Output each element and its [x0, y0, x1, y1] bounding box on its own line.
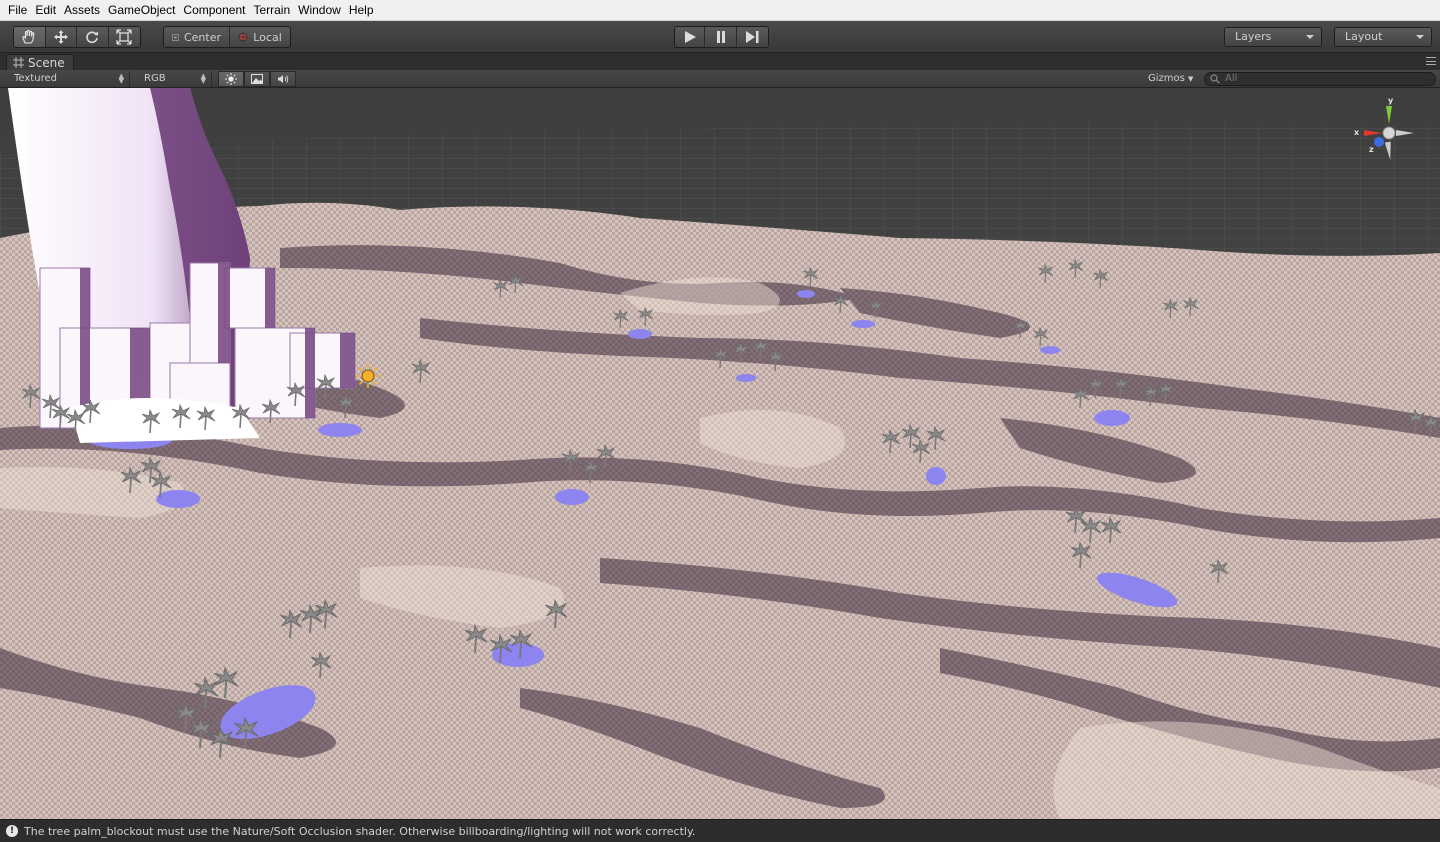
tab-bar: Scene: [0, 53, 1440, 70]
pivot-toggles: Center Local: [163, 26, 291, 48]
scale-tool-button[interactable]: [109, 27, 140, 47]
move-icon: [53, 30, 68, 44]
color-mode-dropdown[interactable]: RGB ▲ ▼: [138, 71, 212, 87]
warning-icon: !: [6, 825, 18, 837]
lighting-icon: [225, 73, 237, 85]
axis-y-label: y: [1388, 96, 1394, 105]
image-effects-icon: [251, 74, 263, 84]
scene-grid-icon: [13, 57, 24, 68]
menu-edit[interactable]: Edit: [31, 0, 60, 21]
axis-z-label: z: [1369, 145, 1374, 154]
gizmos-dropdown[interactable]: Gizmos ▼: [1142, 71, 1199, 87]
main-toolbar: Center Local Layers Layout: [0, 21, 1440, 53]
layers-label: Layers: [1235, 30, 1272, 43]
menu-terrain[interactable]: Terrain: [249, 0, 294, 21]
axis-x-label: x: [1354, 128, 1360, 137]
layers-dropdown[interactable]: Layers: [1224, 27, 1322, 47]
scene-tab-label: Scene: [28, 55, 65, 70]
layout-label: Layout: [1345, 30, 1383, 43]
pause-button[interactable]: [705, 27, 737, 47]
light-gizmo-icon[interactable]: [356, 364, 380, 388]
rotate-tool-button[interactable]: [77, 27, 109, 47]
updown-arrows-icon: ▲ ▼: [200, 72, 206, 85]
pause-icon: [716, 31, 725, 43]
status-message: The tree palm_blockout must use the Natu…: [24, 824, 696, 838]
play-icon: [684, 31, 696, 43]
play-controls: [674, 26, 769, 48]
hand-tool-button[interactable]: [14, 27, 46, 47]
menu-file[interactable]: File: [4, 0, 31, 21]
tab-scene[interactable]: Scene: [6, 54, 74, 70]
local-space-icon: [238, 32, 248, 42]
scene-audio-toggle[interactable]: [270, 71, 296, 87]
rotate-icon: [86, 31, 99, 44]
render-mode-label: Textured: [14, 73, 57, 84]
scene-search-field[interactable]: All: [1204, 72, 1436, 86]
step-button[interactable]: [737, 27, 768, 47]
color-mode-label: RGB: [144, 73, 166, 84]
scale-icon: [116, 29, 132, 45]
audio-icon: [278, 75, 289, 83]
menu-component[interactable]: Component: [179, 0, 249, 21]
pivot-center-button[interactable]: Center: [164, 27, 230, 47]
pivot-space-button[interactable]: Local: [230, 27, 290, 47]
transform-tools: [13, 26, 141, 48]
menu-assets[interactable]: Assets: [60, 0, 104, 21]
chevron-down-icon: [1416, 35, 1424, 39]
status-bar[interactable]: ! The tree palm_blockout must use the Na…: [0, 819, 1440, 842]
render-mode-dropdown[interactable]: Textured ▲ ▼: [8, 71, 130, 87]
play-button[interactable]: [675, 27, 706, 47]
scene-toolbar: Textured ▲ ▼ RGB ▲ ▼ Gizmos ▼ All: [0, 70, 1440, 88]
layout-dropdown[interactable]: Layout: [1334, 27, 1432, 47]
gizmos-label: Gizmos: [1148, 73, 1185, 84]
menu-help[interactable]: Help: [345, 0, 378, 21]
updown-arrows-icon: ▲ ▼: [118, 72, 124, 85]
caret-down-icon: ▼: [1188, 75, 1194, 83]
search-placeholder: All: [1225, 73, 1238, 84]
hand-icon: [22, 29, 35, 44]
pivot-center-label: Center: [183, 30, 221, 44]
pivot-center-icon: [172, 33, 179, 41]
step-icon: [746, 31, 759, 43]
scene-viewport[interactable]: y x z: [0, 88, 1440, 819]
axis-gizmo[interactable]: y x z: [1352, 96, 1422, 168]
tab-menu-icon[interactable]: [1426, 57, 1436, 65]
pivot-space-label: Local: [253, 30, 282, 44]
menu-bar: File Edit Assets GameObject Component Te…: [0, 0, 1440, 21]
terrain-scene[interactable]: [0, 88, 1440, 819]
search-icon: [1210, 74, 1220, 84]
menu-gameobject[interactable]: GameObject: [104, 0, 179, 21]
scene-fx-toggle[interactable]: [244, 71, 270, 87]
scene-lighting-toggle[interactable]: [218, 71, 244, 87]
move-tool-button[interactable]: [46, 27, 77, 47]
chevron-down-icon: [1306, 35, 1314, 39]
menu-window[interactable]: Window: [294, 0, 345, 21]
